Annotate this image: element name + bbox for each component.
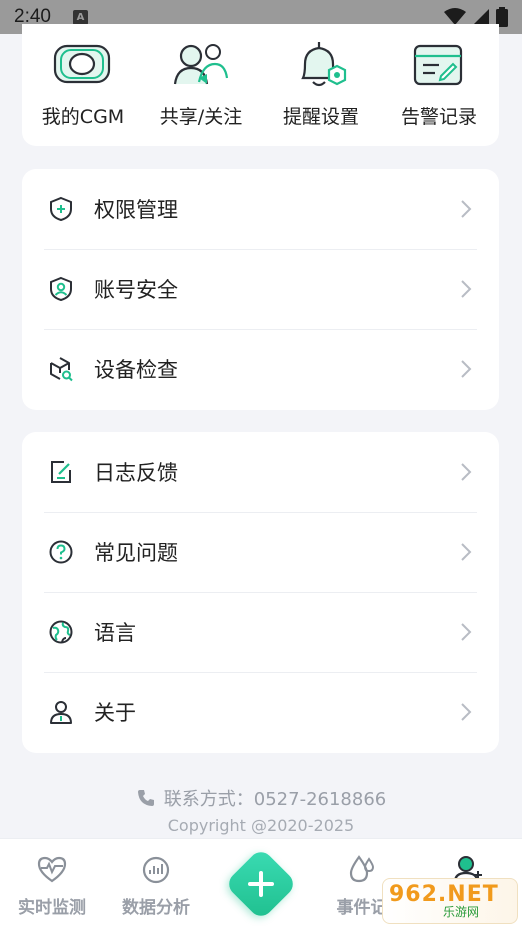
watermark-logo: 962.NET 乐游网 (382, 878, 518, 924)
shield-plus-icon (50, 196, 72, 222)
chevron-right-icon (461, 543, 472, 561)
about-user-icon (50, 701, 72, 724)
tab-label: 数据分析 (122, 898, 190, 918)
contact-info[interactable]: 联系方式：0527-2618866 (0, 785, 522, 811)
contact-text: 联系方式：0527-2618866 (163, 789, 387, 810)
chevron-right-icon (461, 360, 472, 378)
quick-label: 提醒设置 (282, 106, 359, 128)
chevron-right-icon (461, 280, 472, 298)
quick-label: 共享/关注 (159, 106, 243, 128)
menu-item-language[interactable]: 语言 (22, 592, 499, 672)
menu-item-account-security[interactable]: 账号安全 (22, 249, 499, 329)
device-check-icon (50, 357, 73, 382)
quick-actions-card: 我的CGM 共享/关注 提醒设置 告警记录 (22, 24, 499, 146)
chevron-right-icon (461, 463, 472, 481)
copyright-text: Copyright @2020-2025 (167, 816, 355, 835)
heart-pulse-icon (37, 856, 67, 883)
question-circle-icon (49, 540, 73, 564)
quick-alarm-records[interactable]: 告警记录 (379, 38, 499, 129)
quick-share-follow[interactable]: 共享/关注 (141, 38, 261, 129)
log-edit-icon (51, 461, 71, 483)
share-follow-icon (173, 44, 229, 85)
menu-label: 账号安全 (94, 278, 178, 302)
quick-label: 告警记录 (400, 106, 477, 128)
drop-icon (349, 855, 375, 883)
menu-label: 语言 (94, 621, 136, 645)
chevron-right-icon (461, 703, 472, 721)
menu-item-log-feedback[interactable]: 日志反馈 (22, 432, 499, 512)
notification-icon: A (72, 9, 88, 25)
menu-item-device-check[interactable]: 设备检查 (22, 329, 499, 409)
menu-item-permissions[interactable]: 权限管理 (22, 169, 499, 249)
cgm-sensor-icon (53, 44, 111, 84)
shield-user-icon (50, 276, 72, 302)
tab-realtime-monitor[interactable]: 实时监测 (2, 853, 102, 918)
menu-group-2: 日志反馈 常见问题 语言 关于 (22, 432, 499, 753)
gauge-icon (142, 856, 170, 884)
watermark-sub: 乐游网 (443, 905, 480, 919)
tab-data-analysis[interactable]: 数据分析 (106, 853, 206, 918)
reminder-bell-icon (301, 42, 347, 87)
chevron-right-icon (461, 200, 472, 218)
menu-label: 常见问题 (94, 541, 178, 565)
quick-reminder-settings[interactable]: 提醒设置 (261, 38, 381, 129)
menu-item-faq[interactable]: 常见问题 (22, 512, 499, 592)
menu-item-about[interactable]: 关于 (22, 672, 499, 752)
globe-icon (49, 620, 73, 644)
tab-label: 实时监测 (18, 898, 86, 918)
menu-label: 权限管理 (94, 198, 178, 222)
plus-icon (235, 858, 287, 910)
chevron-right-icon (461, 623, 472, 641)
quick-my-cgm[interactable]: 我的CGM (23, 38, 143, 129)
phone-icon (137, 790, 154, 806)
tab-label: 事件记 (336, 898, 388, 918)
quick-label: 我的CGM (41, 106, 125, 128)
menu-label: 设备检查 (94, 358, 178, 382)
menu-group-1: 权限管理 账号安全 设备检查 (22, 169, 499, 410)
menu-label: 关于 (94, 701, 136, 725)
alarm-record-icon (413, 44, 463, 86)
menu-label: 日志反馈 (94, 461, 178, 485)
